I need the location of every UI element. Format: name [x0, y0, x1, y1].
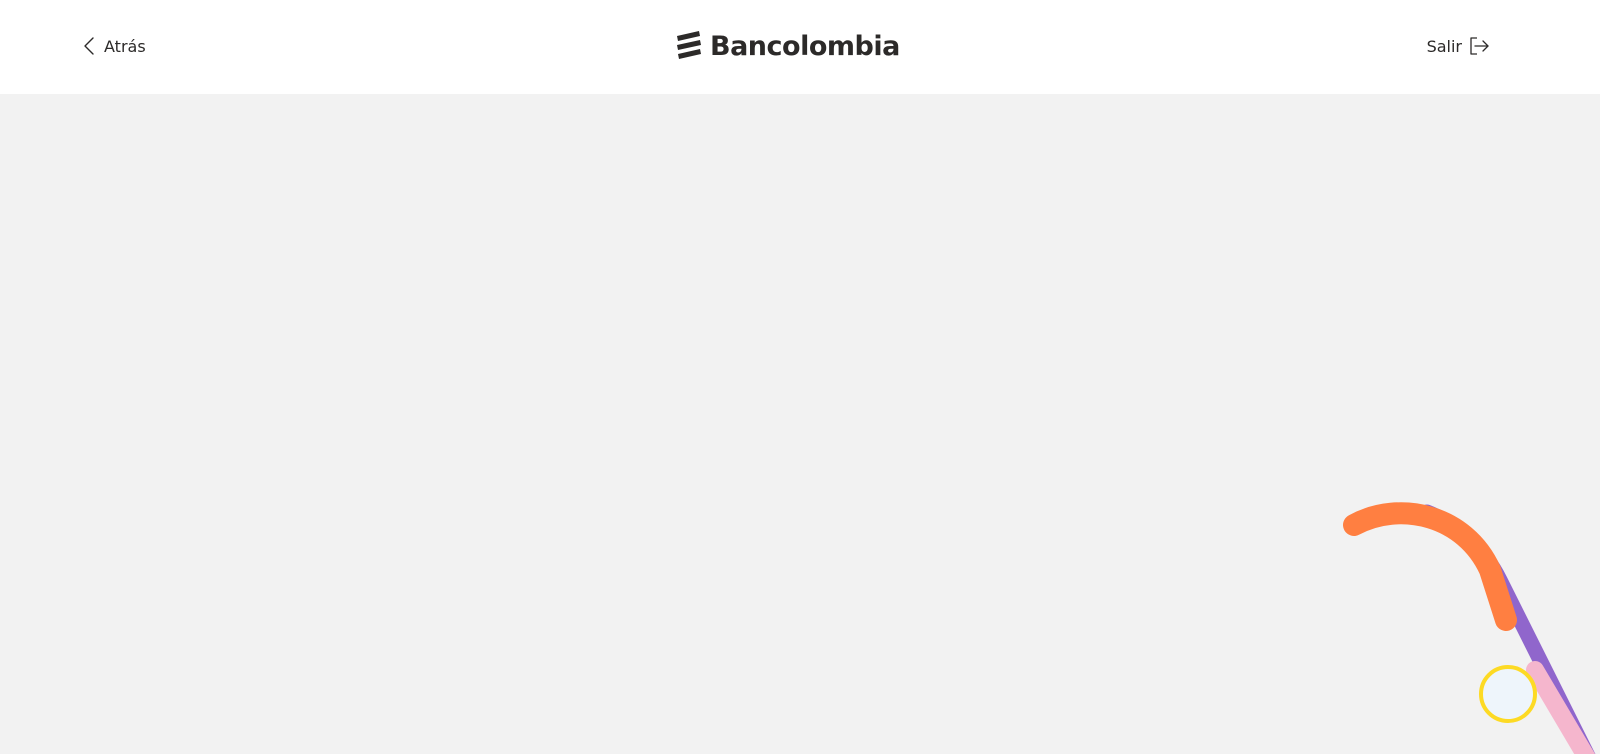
back-label: Atrás	[104, 36, 146, 56]
back-button[interactable]: Atrás	[82, 34, 146, 58]
chevron-left-icon	[82, 36, 96, 56]
exit-label: Salir	[1426, 36, 1462, 56]
yellow-ring	[1479, 665, 1537, 723]
bancolombia-logo-mark-icon	[674, 28, 704, 64]
orange-curve	[1343, 502, 1517, 631]
bancolombia-logo: Bancolombia	[674, 28, 900, 64]
top-header: Atrás Bancolombia Salir	[0, 0, 1600, 94]
pink-curve	[1526, 661, 1596, 754]
exit-button[interactable]: Salir	[1427, 34, 1490, 58]
decorative-curves	[1320, 480, 1600, 754]
logout-icon	[1468, 36, 1490, 56]
logo-text: Bancolombia	[710, 30, 900, 62]
